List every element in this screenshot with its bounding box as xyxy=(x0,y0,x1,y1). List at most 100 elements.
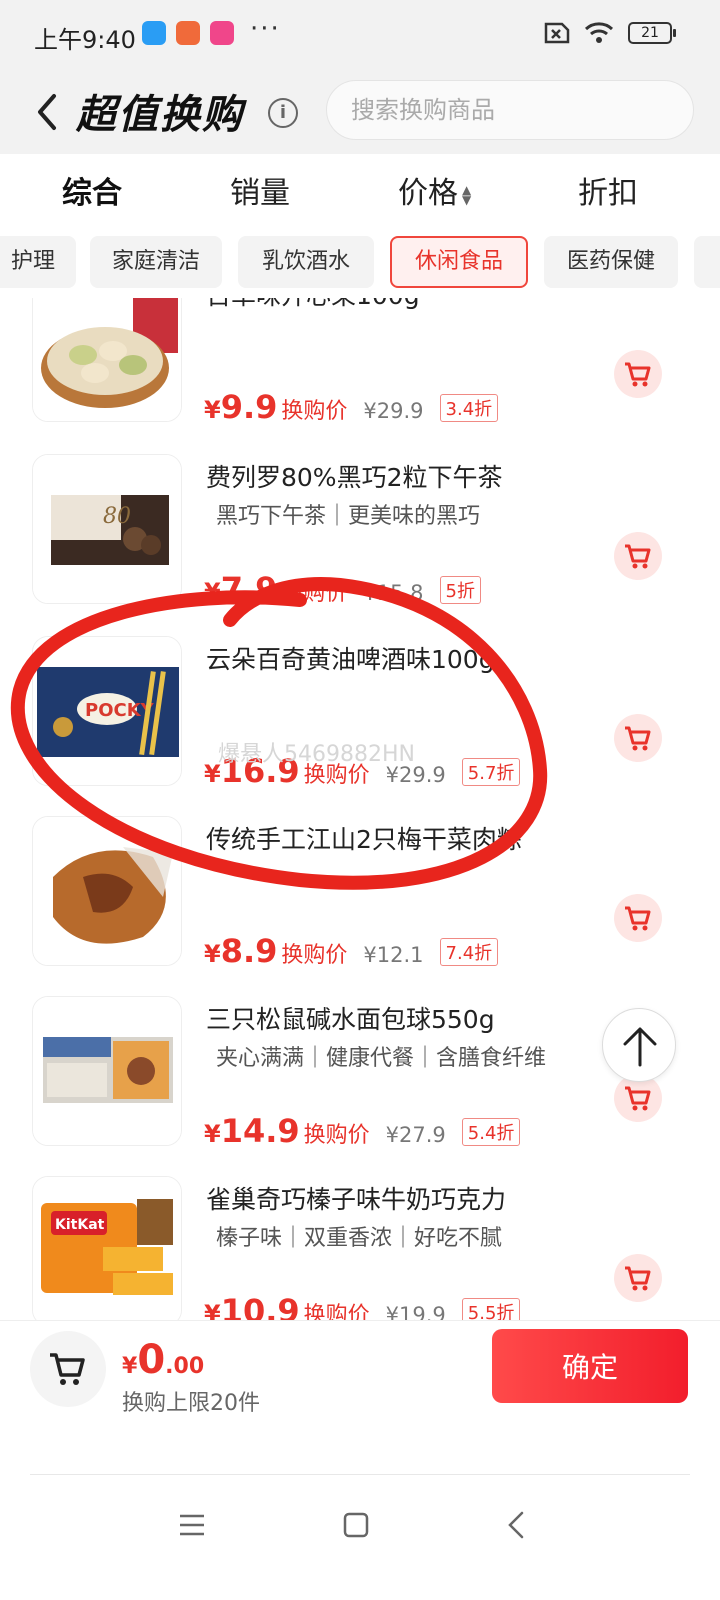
discount-badge: 5.4折 xyxy=(461,1118,521,1146)
product-tags: 榛子味｜双重香浓｜好吃不腻 xyxy=(216,1226,503,1251)
watermark-text: 爆悬人5469882HN xyxy=(218,742,415,767)
page-title: 超值换购 xyxy=(76,92,244,138)
status-time: 上午9:40 xyxy=(34,26,136,54)
home-square-icon[interactable] xyxy=(336,1505,376,1545)
cart-icon xyxy=(625,906,651,931)
arrow-up-icon xyxy=(623,1027,657,1067)
exchange-price: 8.9 xyxy=(220,932,278,970)
cart-button[interactable] xyxy=(30,1331,106,1407)
product-name: 云朵百奇黄油啤酒味100g xyxy=(206,645,495,674)
more-notifications-icon: ··· xyxy=(250,14,281,44)
nav-back-icon[interactable] xyxy=(498,1505,538,1545)
original-price: ¥19.9 xyxy=(385,1303,446,1320)
app-notification-icon xyxy=(176,21,200,45)
product-name: 传统手工江山2只梅干菜肉粽 xyxy=(206,825,522,854)
info-icon[interactable]: i xyxy=(268,98,298,128)
total-price: ¥0.00 xyxy=(122,1337,204,1383)
product-item[interactable]: POCKY 云朵百奇黄油啤酒味100g ¥16.9 换购价 ¥29.9 5.7折 xyxy=(0,632,720,812)
cart-icon xyxy=(625,1266,651,1291)
currency-symbol: ¥ xyxy=(204,1300,221,1320)
category-chip-health[interactable]: 医药保健 xyxy=(544,236,678,288)
price-row: ¥10.9 换购价 ¥19.9 5.5折 xyxy=(204,1292,521,1320)
cart-icon xyxy=(625,726,651,751)
add-to-cart-button[interactable] xyxy=(614,532,662,580)
category-chips: 护理 家庭清洁 乳饮酒水 休闲食品 医药保健 xyxy=(0,232,720,292)
svg-text:KitKat: KitKat xyxy=(55,1217,105,1233)
currency-symbol: ¥ xyxy=(204,396,221,424)
app-notification-icon xyxy=(142,21,166,45)
price-row: ¥9.9 换购价 ¥29.9 3.4折 xyxy=(204,388,499,428)
exchange-price: 14.9 xyxy=(220,1112,300,1150)
product-tags: 夹心满满｜健康代餐｜含膳食纤维 xyxy=(216,1046,547,1071)
product-image[interactable]: POCKY xyxy=(32,636,182,786)
product-list: 百草味开心果100g ¥9.9换购价¥29.93.4折 80 费列罗80%黑巧2… xyxy=(0,298,720,1320)
price-label: 换购价 xyxy=(281,399,348,424)
sort-tab-sales[interactable]: 销量 xyxy=(230,168,290,212)
product-image[interactable] xyxy=(32,816,182,966)
discount-badge: 5折 xyxy=(439,576,481,604)
price-label: 换购价 xyxy=(281,943,348,968)
cart-icon xyxy=(50,1353,85,1385)
sort-tab-price-label: 价格 xyxy=(398,176,458,211)
discount-badge: 7.4折 xyxy=(439,938,499,966)
original-price: ¥27.9 xyxy=(385,1123,446,1147)
menu-icon[interactable] xyxy=(172,1505,212,1545)
add-to-cart-button[interactable] xyxy=(614,714,662,762)
sort-arrows-icon: ▲ ▼ xyxy=(462,182,472,207)
purchase-limit: 换购上限20件 xyxy=(122,1391,260,1416)
svg-text:80: 80 xyxy=(103,504,131,529)
category-chip-cleaning[interactable]: 家庭清洁 xyxy=(90,236,222,288)
total-decimal: .00 xyxy=(165,1354,205,1379)
product-item[interactable]: 传统手工江山2只梅干菜肉粽 ¥8.9 换购价 ¥12.1 7.4折 xyxy=(0,812,720,992)
currency-symbol: ¥ xyxy=(204,940,221,968)
original-price: ¥15.8 xyxy=(363,581,424,605)
sort-tab-default[interactable]: 综合 xyxy=(62,168,122,212)
exchange-price: 9.9 xyxy=(220,388,278,426)
search-input[interactable] xyxy=(327,81,693,139)
search-box[interactable] xyxy=(326,80,694,140)
wifi-icon xyxy=(584,22,614,43)
discount-badge: 5.7折 xyxy=(461,758,521,786)
add-to-cart-button[interactable] xyxy=(614,1254,662,1302)
original-price: ¥12.1 xyxy=(363,943,424,967)
confirm-button[interactable]: 确定 xyxy=(492,1329,688,1403)
category-chip-more[interactable] xyxy=(694,236,720,288)
svg-text:POCKY: POCKY xyxy=(85,700,155,721)
sim-icon xyxy=(544,22,570,44)
header: 超值换购 i xyxy=(0,72,720,154)
exchange-price: 7.9 xyxy=(220,570,278,608)
original-price: ¥29.9 xyxy=(363,399,424,423)
checkout-bar: ¥0.00 换购上限20件 确定 xyxy=(0,1320,720,1474)
add-to-cart-button[interactable] xyxy=(614,894,662,942)
discount-badge: 3.4折 xyxy=(439,394,499,422)
product-image[interactable] xyxy=(32,298,182,422)
discount-badge: 5.5折 xyxy=(461,1298,521,1320)
product-image[interactable] xyxy=(32,996,182,1146)
price-row: ¥14.9 换购价 ¥27.9 5.4折 xyxy=(204,1112,521,1152)
sort-tab-price[interactable]: 价格 ▲ ▼ xyxy=(398,168,471,212)
product-name: 三只松鼠碱水面包球550g xyxy=(206,1005,495,1034)
price-row: ¥8.9 换购价 ¥12.1 7.4折 xyxy=(204,932,499,972)
price-label: 换购价 xyxy=(303,1123,370,1148)
exchange-price: 10.9 xyxy=(220,1292,300,1320)
product-item[interactable]: 80 费列罗80%黑巧2粒下午茶 黑巧下午茶｜更美味的黑巧 ¥7.9 换购价 ¥15… xyxy=(0,450,720,630)
sort-tab-discount[interactable]: 折扣 xyxy=(578,168,638,212)
product-item[interactable]: KitKat 雀巢奇巧榛子味牛奶巧克力 榛子味｜双重香浓｜好吃不腻 ¥10.9 换… xyxy=(0,1172,720,1320)
category-chip-snacks[interactable]: 休闲食品 xyxy=(390,236,528,288)
back-icon[interactable] xyxy=(30,90,66,134)
product-item[interactable]: 百草味开心果100g ¥9.9换购价 ¥29.9 3.4折 xyxy=(0,298,720,448)
app-notification-icon xyxy=(210,21,234,45)
price-label: 换购价 xyxy=(303,1303,370,1320)
price-label: 换购价 xyxy=(281,581,348,606)
category-chip-care[interactable]: 护理 xyxy=(0,236,76,288)
product-name: 百草味开心果100g xyxy=(206,298,420,312)
product-image[interactable]: KitKat xyxy=(32,1176,182,1320)
product-image[interactable]: 80 xyxy=(32,454,182,604)
currency-symbol: ¥ xyxy=(122,1354,138,1379)
total-integer: 0 xyxy=(137,1337,166,1383)
cart-icon xyxy=(625,544,651,569)
category-chip-drinks[interactable]: 乳饮酒水 xyxy=(238,236,374,288)
currency-symbol: ¥ xyxy=(204,1120,221,1148)
add-to-cart-button[interactable] xyxy=(614,350,662,398)
back-to-top-button[interactable] xyxy=(602,1008,676,1082)
